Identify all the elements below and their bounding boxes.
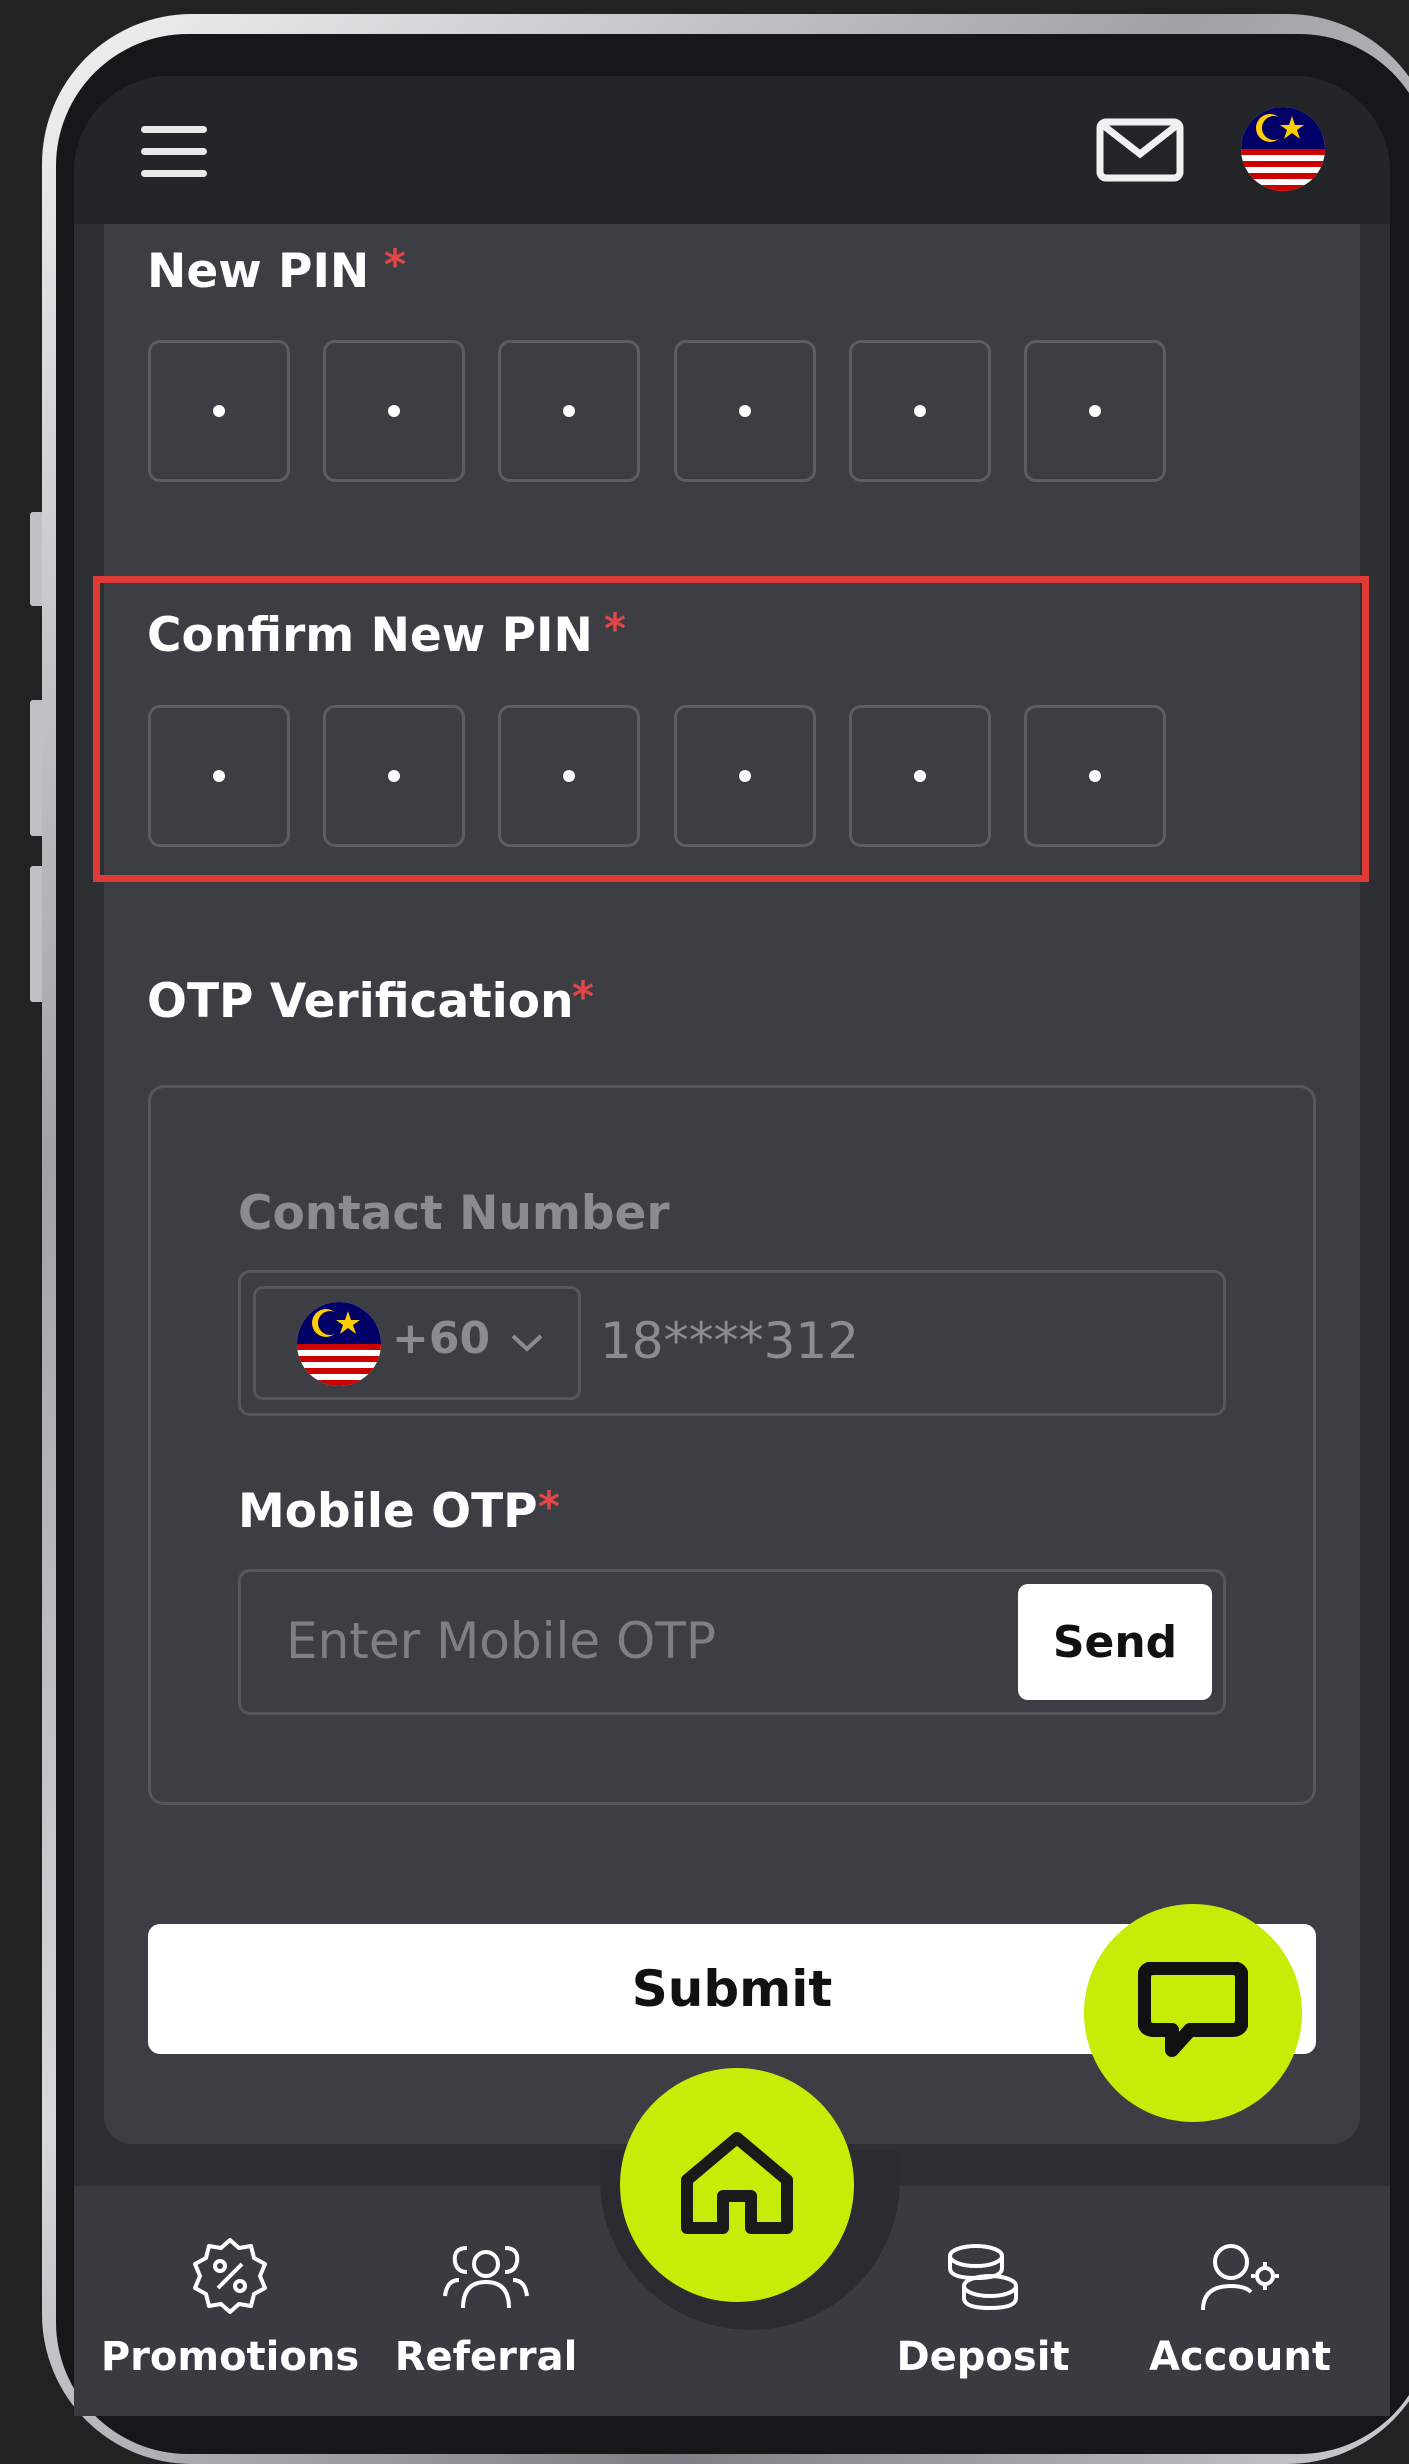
pin-dot [1089,405,1101,417]
referral-users-icon [443,2246,529,2309]
pin-dot [914,770,926,782]
pin-dot [388,405,400,417]
home-button[interactable] [620,2068,854,2302]
nav-item-referral[interactable]: Referral [376,2236,596,2380]
country-code: +60 [392,1313,491,1364]
confirm-pin-digit[interactable] [849,705,991,847]
new-pin-digit[interactable] [323,340,465,482]
live-chat-button[interactable] [1084,1904,1302,2122]
required-marker: * [538,1482,560,1531]
required-marker: * [572,972,594,1021]
send-otp-button[interactable]: Send [1018,1584,1212,1700]
required-marker: * [604,604,626,653]
mobile-otp-label: Mobile OTP [238,1484,538,1539]
confirm-pin-digit[interactable] [674,705,816,847]
pin-dot [563,405,575,417]
pin-dot [213,405,225,417]
nav-label: Referral [394,2334,578,2380]
confirm-pin-label: Confirm New PIN [147,608,593,663]
nav-label: Account [1149,2334,1331,2380]
mail-icon[interactable] [1096,118,1184,182]
nav-label: Promotions [100,2334,360,2380]
hamburger-icon[interactable] [141,126,207,178]
phone-number-value[interactable]: 18****312 [600,1312,859,1370]
malaysia-flag-icon[interactable] [1240,106,1326,192]
coins-icon [948,2244,1018,2311]
promotion-badge-icon [193,2238,267,2314]
home-icon [681,2132,793,2234]
pin-dot [914,405,926,417]
top-bar [74,76,1390,224]
new-pin-digit[interactable] [849,340,991,482]
chevron-down-icon [511,1334,543,1352]
pin-dot [739,770,751,782]
mobile-otp-placeholder: Enter Mobile OTP [286,1612,717,1670]
pin-dot [1089,770,1101,782]
new-pin-label: New PIN [147,244,370,299]
new-pin-digit[interactable] [148,340,290,482]
required-marker: * [384,240,406,289]
malaysia-flag-icon [297,1302,381,1386]
new-pin-digit[interactable] [1024,340,1166,482]
chat-icon [1138,1962,1248,2057]
otp-verification-label: OTP Verification [147,974,574,1029]
account-settings-icon [1201,2244,1279,2311]
nav-item-promotions[interactable]: Promotions [100,2236,360,2380]
nav-label: Deposit [896,2334,1070,2380]
pin-dot [563,770,575,782]
country-code-select[interactable]: +60 [253,1286,581,1400]
pin-dot [388,770,400,782]
nav-item-deposit[interactable]: Deposit [878,2236,1088,2380]
pin-dot [213,770,225,782]
contact-number-label: Contact Number [238,1186,670,1241]
new-pin-digit[interactable] [498,340,640,482]
nav-item-account[interactable]: Account [1140,2236,1340,2380]
new-pin-digit[interactable] [674,340,816,482]
pin-dot [739,405,751,417]
confirm-pin-digit[interactable] [323,705,465,847]
confirm-pin-digit[interactable] [498,705,640,847]
confirm-pin-digit[interactable] [1024,705,1166,847]
confirm-pin-digit[interactable] [148,705,290,847]
